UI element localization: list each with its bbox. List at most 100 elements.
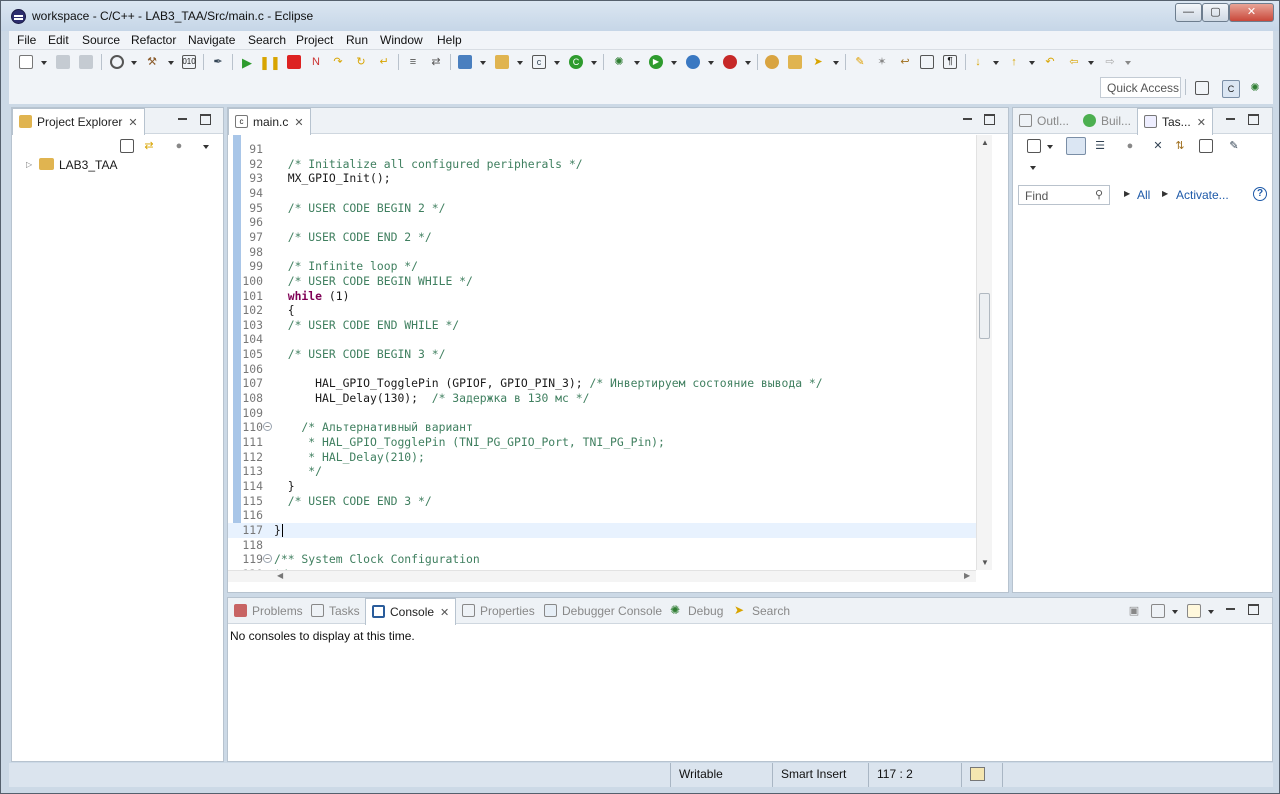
maximize-bottom-panel-icon[interactable] [1248,604,1259,615]
collapse-all-icon[interactable] [120,139,134,153]
all-link[interactable]: All [1137,188,1150,202]
display-console-icon[interactable]: ▣ [1127,604,1141,618]
forward-arrow-icon[interactable]: ⇨ [1103,55,1117,69]
help-icon[interactable]: ? [1253,187,1267,201]
tab-build-targets[interactable]: Buil... [1077,108,1137,134]
tab-debug[interactable]: ✺ Debug [664,598,729,624]
annotation-icon[interactable]: ✶ [875,55,889,69]
menu-refactor[interactable]: Refactor [131,33,176,47]
menu-navigate[interactable]: Navigate [188,33,235,47]
close-tab-icon[interactable]: ✕ [440,607,449,619]
minimize-button[interactable]: — [1175,3,1202,22]
scroll-thumb[interactable] [979,293,990,339]
word-wrap-icon[interactable]: ↩ [898,55,912,69]
debug-dropdown-icon[interactable] [634,61,640,65]
fold-toggle-icon[interactable]: − [263,422,272,432]
close-tab-icon[interactable]: ✕ [128,117,137,129]
link-with-editor-icon[interactable]: ⇄ [142,139,156,153]
code-line[interactable]: 101 while (1) [228,289,976,304]
highlight-icon[interactable]: ✎ [853,55,867,69]
view-menu-icon[interactable] [1030,166,1036,170]
code-editor[interactable]: 91 92 /* Initialize all configured periph… [228,135,976,570]
run-icon[interactable]: ▶ [649,55,663,69]
maximize-right-panel-icon[interactable] [1248,114,1259,125]
new-class-dropdown-icon[interactable] [591,61,597,65]
code-line[interactable]: 113 */ [228,464,976,479]
code-line[interactable]: 119−/** System Clock Configuration [228,552,976,567]
tab-task-list[interactable]: Tas... ✕ [1137,108,1213,135]
tab-project-explorer[interactable]: Project Explorer ✕ [12,108,145,135]
new-console-icon[interactable] [1187,604,1201,618]
tab-main-c[interactable]: c main.c ✕ [228,108,311,135]
tab-tasks[interactable]: Tasks [305,598,366,624]
terminate-icon[interactable] [287,55,301,69]
open-perspective-icon[interactable] [1195,81,1209,95]
close-tab-icon[interactable]: ✕ [294,117,303,129]
scroll-up-icon[interactable]: ▲ [981,138,989,147]
synchronize-icon[interactable]: ⇅ [1173,139,1187,153]
scroll-down-icon[interactable]: ▼ [981,558,989,567]
suspend-icon[interactable]: ❚❚ [259,55,281,69]
debug-perspective-icon[interactable]: ✺ [1248,81,1262,95]
hide-completed-icon[interactable]: ✕ [1151,139,1165,153]
activate-link[interactable]: Activate... [1176,188,1229,202]
menu-search[interactable]: Search [248,33,286,47]
minimize-panel-icon[interactable] [177,114,188,125]
external-tools-icon[interactable] [723,55,737,69]
open-console-dropdown-icon[interactable] [1172,610,1178,614]
categorized-icon[interactable] [1066,137,1086,155]
code-line[interactable]: 100 /* USER CODE BEGIN WHILE */ [228,274,976,289]
code-line[interactable]: 95 /* USER CODE BEGIN 2 */ [228,201,976,216]
build-dropdown-icon[interactable] [168,61,174,65]
code-line[interactable]: 105 /* USER CODE BEGIN 3 */ [228,347,976,362]
tab-outline[interactable]: Outl... [1013,108,1075,134]
next-annotation-dropdown-icon[interactable] [993,61,999,65]
code-line[interactable]: 98 [228,245,976,260]
code-line[interactable]: 94 [228,186,976,201]
step-return-icon[interactable]: ↵ [377,55,391,69]
scroll-left-icon[interactable]: ◀ [277,571,283,580]
editor-horizontal-scrollbar[interactable]: ◀ ▶ [228,570,976,582]
step-over-icon[interactable]: ↻ [354,55,368,69]
code-line[interactable]: 109 [228,406,976,421]
code-line[interactable]: 111 * HAL_GPIO_TogglePin (TNI_PG_GPIO_Po… [228,435,976,450]
new-folder-dropdown-icon[interactable] [517,61,523,65]
maximize-editor-icon[interactable] [984,114,995,125]
previous-annotation-icon[interactable]: ↑ [1007,55,1021,69]
open-element-icon[interactable] [788,55,802,69]
profile-icon[interactable] [686,55,700,69]
settings-icon[interactable] [110,55,124,69]
back-dropdown-icon[interactable] [1088,61,1094,65]
collapse-tasks-icon[interactable] [1199,139,1213,153]
search-flashlight-icon[interactable]: ➤ [811,55,825,69]
forward-dropdown-icon[interactable] [1125,61,1131,65]
new-file-icon[interactable] [19,55,33,69]
code-line[interactable]: 115 /* USER CODE END 3 */ [228,494,976,509]
minimize-right-panel-icon[interactable] [1225,114,1236,125]
close-tab-icon[interactable]: ✕ [1197,117,1206,129]
menu-window[interactable]: Window [380,33,423,47]
build-hammer-icon[interactable]: ⚒ [145,55,159,69]
tab-properties[interactable]: Properties [456,598,541,624]
last-edit-icon[interactable]: ↶ [1043,55,1057,69]
tab-console[interactable]: Console ✕ [365,598,457,625]
code-line[interactable]: 104 [228,332,976,347]
instruction-stepping-icon[interactable]: ≡ [406,55,420,69]
tree-item-lab3-taa[interactable]: ▷ LAB3_TAA [24,157,174,175]
quick-access-input[interactable]: Quick Access [1100,77,1181,98]
code-line[interactable]: 112 * HAL_Delay(210); [228,450,976,465]
drop-to-frame-icon[interactable]: ⇄ [429,55,443,69]
minimize-bottom-panel-icon[interactable] [1225,604,1236,615]
status-progress[interactable] [961,763,1001,787]
save-icon[interactable] [56,55,70,69]
code-line[interactable]: 102 { [228,303,976,318]
code-line[interactable]: 93 MX_GPIO_Init(); [228,171,976,186]
tab-search[interactable]: ➤ Search [728,598,796,624]
settings-dropdown-icon[interactable] [131,61,137,65]
step-into-icon[interactable]: ↷ [331,55,345,69]
new-console-dropdown-icon[interactable] [1208,610,1214,614]
new-folder-icon[interactable] [495,55,509,69]
maximize-panel-icon[interactable] [200,114,211,125]
code-line[interactable]: 96 [228,215,976,230]
fold-toggle-icon[interactable]: − [263,554,272,564]
